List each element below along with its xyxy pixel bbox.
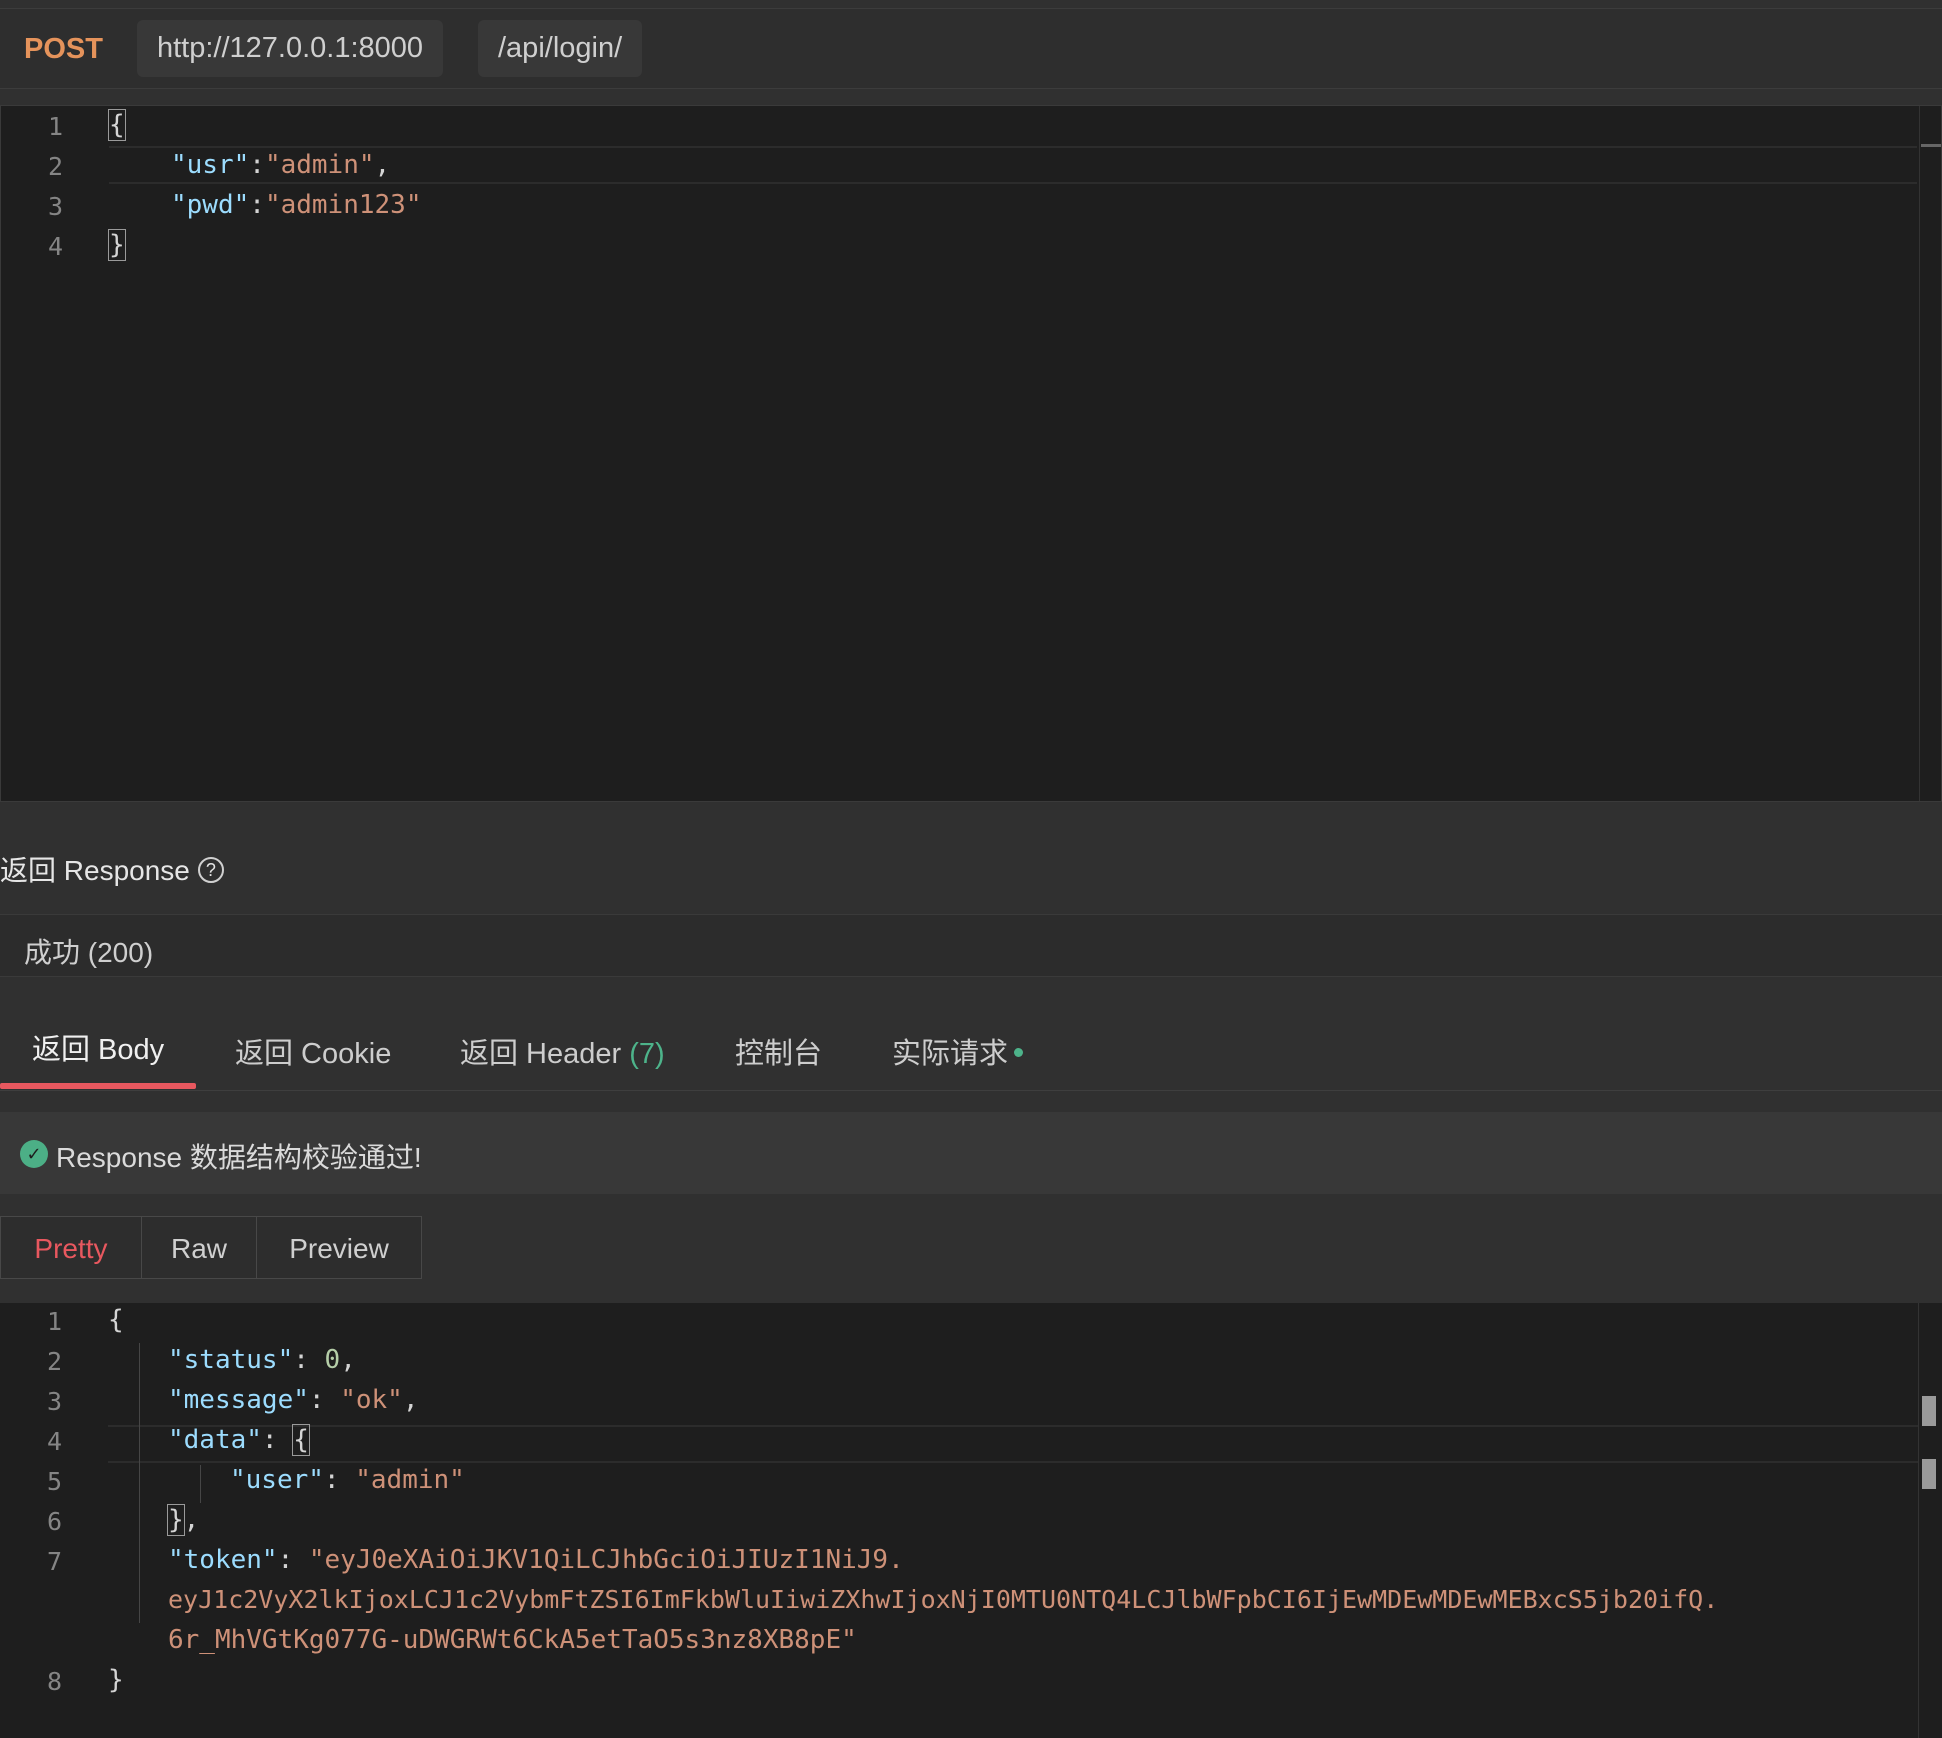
indent-guide [139,1343,140,1623]
response-title-text: 返回 Response [0,855,190,886]
code-line: "pwd":"admin123" [171,190,422,220]
response-tabs: 返回 Body 返回 Cookie 返回 Header (7) 控制台 实际请求 [0,1010,1942,1091]
code-line-wrapped: eyJ1c2VyX2lkIjoxLCJ1c2VybmFtZSI6ImFkbWlu… [168,1585,1719,1614]
path-field[interactable]: /api/login/ [478,20,643,77]
close-brace: } [108,229,126,261]
close-brace: } [167,1504,185,1536]
status-dot-icon [1014,1047,1024,1057]
open-brace: { [292,1424,310,1456]
code-line: "token": "eyJ0eXAiOiJKV1QiLCJhbGciOiJIUz… [168,1545,904,1575]
base-url-field[interactable]: http://127.0.0.1:8000 [137,20,444,77]
tab-actual-request-label: 实际请求 [892,1038,1009,1070]
code-line: "user": "admin" [230,1465,465,1495]
http-method-selector[interactable]: POST [24,33,103,66]
editor-scrollbar[interactable] [1919,106,1920,801]
code-line: "status": 0, [168,1345,356,1375]
header-count-badge: (7) [629,1038,665,1070]
line-number: 5 [46,1467,62,1496]
scroll-marker [1922,1396,1936,1426]
line-number: 3 [46,1387,62,1416]
viewer-scrollbar[interactable] [1918,1303,1919,1738]
line-number: 1 [46,1307,62,1336]
raw-button[interactable]: Raw [141,1216,257,1279]
line-number: 2 [47,152,63,181]
response-section-title: 返回 Response? [0,849,224,889]
json-string: "admin123" [264,190,422,220]
code-line: "message": "ok", [168,1385,419,1415]
check-circle-icon: ✓ [20,1140,48,1168]
open-brace: { [108,109,126,141]
tab-body[interactable]: 返回 Body [32,1026,164,1068]
line-number: 7 [46,1547,62,1576]
scroll-marker [1922,1459,1936,1489]
response-status: 成功 (200) [24,937,154,968]
code-line-wrapped: 6r_MhVGtKg077G-uDWGRWt6CkA5etTaO5s3nz8XB… [168,1625,857,1655]
request-body-editor[interactable]: 1 2 3 4 { "usr":"admin", "pwd":"admin123… [0,105,1942,802]
line-number: 4 [47,232,63,261]
code-line: } [108,229,126,261]
line-number: 2 [46,1347,62,1376]
json-key: "pwd" [171,190,250,220]
tab-cookie[interactable]: 返回 Cookie [235,1030,391,1072]
line-number: 3 [47,192,63,221]
code-line: { [108,109,126,141]
tab-header[interactable]: 返回 Header (7) [460,1030,665,1072]
code-line: "data": { [168,1424,310,1456]
line-number: 6 [46,1507,62,1536]
json-key: "token" [168,1545,278,1575]
code-line: "usr":"admin", [171,150,391,180]
response-body-viewer[interactable]: 1 2 3 4 5 6 7 8 { "status": 0, "message"… [0,1303,1942,1738]
json-key: "message" [168,1385,309,1415]
json-number: 0 [324,1345,341,1375]
active-tab-indicator [0,1083,196,1089]
response-status-selector[interactable]: 成功 (200) [0,914,1942,977]
json-key: "status" [168,1345,294,1375]
json-string: "eyJ0eXAiOiJKV1QiLCJhbGciOiJIUzI1NiJ9. [308,1545,904,1575]
code-line: }, [167,1504,200,1536]
help-icon[interactable]: ? [197,856,224,883]
tab-console[interactable]: 控制台 [735,1030,822,1072]
request-bar: POST http://127.0.0.1:8000 /api/login/ [0,8,1942,89]
preview-button[interactable]: Preview [256,1216,422,1279]
indent-guide [200,1465,201,1503]
json-string: "admin" [264,150,375,180]
json-key: "data" [168,1425,262,1455]
line-number: 8 [46,1667,62,1696]
tab-header-label: 返回 Header [460,1038,622,1070]
pretty-button[interactable]: Pretty [0,1216,142,1279]
code-line: } [108,1665,124,1695]
current-line-highlight [108,1425,1918,1463]
json-string: "ok" [340,1385,403,1415]
json-key: "user" [230,1465,324,1495]
scroll-thumb[interactable] [1921,144,1941,147]
code-line: { [108,1305,124,1335]
json-string: "admin" [355,1465,465,1495]
validation-banner: ✓ Response 数据结构校验通过! [0,1112,1942,1194]
json-key: "usr" [171,150,250,180]
line-number: 1 [47,112,63,141]
line-number: 4 [46,1427,62,1456]
validation-message: Response 数据结构校验通过! [56,1142,422,1173]
tab-actual-request[interactable]: 实际请求 [892,1030,1024,1072]
